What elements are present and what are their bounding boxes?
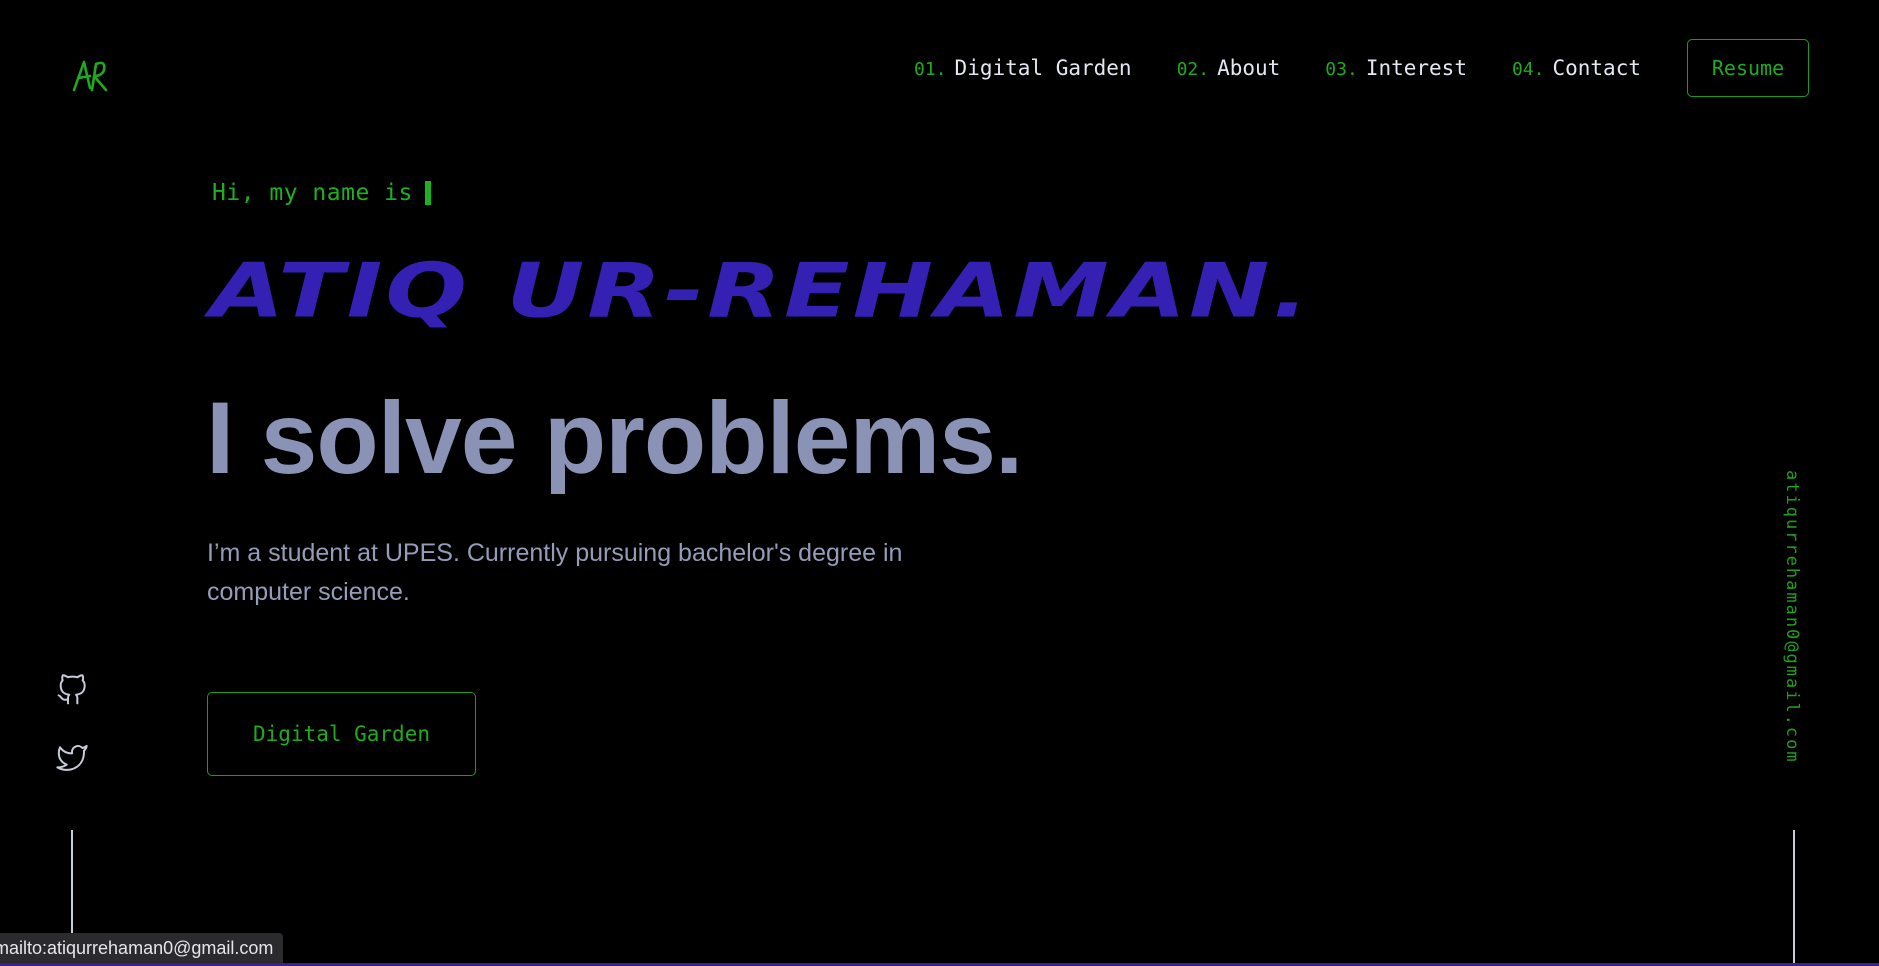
resume-button[interactable]: Resume — [1687, 39, 1809, 97]
hero-tagline: I solve problems. — [206, 381, 1023, 495]
github-icon — [57, 674, 86, 705]
digital-garden-cta-button[interactable]: Digital Garden — [207, 692, 476, 776]
typing-cursor — [424, 181, 431, 205]
nav-item-digital-garden[interactable]: 01. Digital Garden — [914, 56, 1132, 80]
intro-text: Hi, my name is — [212, 180, 413, 206]
nav-item-number: 04. — [1511, 59, 1545, 80]
nav-item-label: About — [1217, 56, 1281, 80]
social-links — [56, 674, 88, 810]
nav-item-number: 02. — [1176, 59, 1210, 80]
right-vertical-divider — [1793, 830, 1795, 966]
nav-item-label: Digital Garden — [954, 56, 1132, 80]
nav-item-about[interactable]: 02. About — [1177, 56, 1281, 80]
hero-description: I’m a student at UPES. Currently pursuin… — [207, 539, 903, 606]
twitter-icon — [56, 745, 88, 771]
intro-greeting: Hi, my name is — [212, 180, 431, 206]
twitter-link[interactable] — [56, 742, 88, 774]
nav-item-label: Contact — [1552, 56, 1641, 80]
nav-item-interest[interactable]: 03. Interest — [1325, 56, 1467, 80]
github-link[interactable] — [56, 674, 88, 706]
top-navigation: 01. Digital Garden 02. About 03. Interes… — [914, 38, 1809, 98]
nav-item-label: Interest — [1365, 56, 1467, 80]
nav-item-contact[interactable]: 04. Contact — [1512, 56, 1641, 80]
nav-item-number: 01. — [914, 59, 947, 80]
hero-name: ATIQ UR-REHAMAN. — [210, 247, 1312, 335]
status-bar-url: mailto:atiqurrehaman0@gmail.com — [0, 933, 284, 964]
nav-item-number: 03. — [1325, 59, 1358, 80]
email-link-vertical[interactable]: atiqurrehaman0@gmail.com — [1782, 470, 1802, 764]
ar-monogram-logo-icon[interactable] — [70, 56, 112, 94]
